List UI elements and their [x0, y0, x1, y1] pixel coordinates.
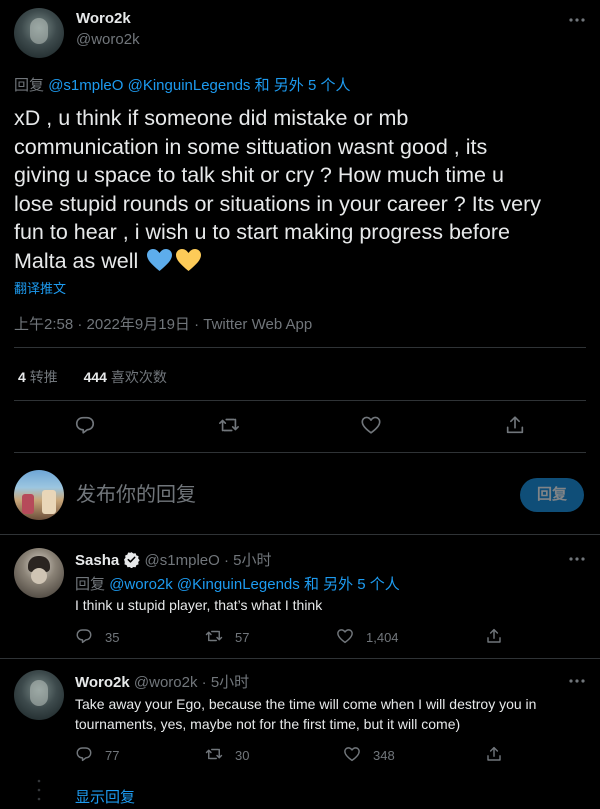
reply-count: 77: [105, 748, 120, 763]
reply-button[interactable]: 回复: [520, 478, 584, 512]
reply-text: Take away your Ego, because the time wil…: [75, 694, 536, 734]
likes-count: 444: [83, 369, 107, 385]
retweet-icon[interactable]: [204, 745, 224, 763]
divider: [14, 347, 586, 348]
more-options-icon[interactable]: [567, 549, 587, 569]
translate-tweet-link[interactable]: 翻译推文: [14, 278, 66, 297]
reply-icon[interactable]: [75, 627, 93, 645]
replying-to-others[interactable]: 和 另外 5 个人: [304, 576, 400, 593]
reply-header: Woro2k @woro2k · 5小时: [75, 671, 249, 692]
verified-badge-icon: [123, 551, 141, 568]
like-count: 348: [373, 748, 395, 763]
reply-text-line: tournaments, yes, maybe not for the firs…: [75, 716, 461, 732]
reply-time[interactable]: · 5小时: [202, 674, 250, 691]
retweet-icon[interactable]: [217, 414, 241, 436]
tweet-text-line: fun to hear , i wish u to start making p…: [14, 220, 510, 244]
like-icon[interactable]: [343, 745, 361, 763]
reply-input[interactable]: [76, 480, 496, 510]
like-count: 1,404: [366, 630, 399, 645]
replying-to-prefix: 回复: [14, 77, 45, 94]
like-icon[interactable]: [360, 414, 382, 436]
current-user-avatar[interactable]: [14, 470, 64, 520]
more-options-icon[interactable]: [567, 10, 587, 30]
reply-icon[interactable]: [75, 745, 93, 763]
yellow-heart-icon: [175, 248, 202, 272]
retweets-label: 转推: [29, 369, 58, 385]
reply-author-handle[interactable]: @woro2k: [134, 674, 198, 691]
retweets-count: 4: [18, 369, 26, 385]
reply-time[interactable]: · 5小时: [224, 552, 272, 569]
divider: [0, 534, 600, 535]
retweet-icon[interactable]: [204, 627, 224, 645]
reply-author-avatar[interactable]: [14, 670, 64, 720]
tweet-stats: 4 转推 444 喜欢次数: [18, 367, 167, 387]
more-options-icon[interactable]: [567, 671, 587, 691]
tweet-text-line: Malta as well: [14, 248, 139, 273]
retweets-stat[interactable]: 4 转推: [18, 369, 62, 385]
author-handle[interactable]: @woro2k: [76, 31, 140, 48]
divider: [14, 400, 586, 401]
replying-to-prefix: 回复: [75, 576, 106, 593]
reply-author-handle[interactable]: @s1mpleO: [145, 552, 220, 569]
share-icon[interactable]: [504, 414, 526, 436]
replying-to-mentions[interactable]: @s1mpleO @KinguinLegends: [48, 77, 250, 94]
reply-author-name[interactable]: Sasha: [75, 552, 119, 569]
reply-author-avatar[interactable]: [14, 548, 64, 598]
share-icon[interactable]: [485, 627, 503, 645]
tweet-timestamp[interactable]: 上午2:58 · 2022年9月19日 · Twitter Web App: [14, 313, 312, 334]
replying-to: 回复 @s1mpleO @KinguinLegends 和 另外 5 个人: [14, 74, 350, 95]
replying-to: 回复 @woro2k @KinguinLegends 和 另外 5 个人: [75, 573, 400, 594]
author-avatar[interactable]: [14, 8, 64, 58]
tweet-text-line: communication in some sittuation wasnt g…: [14, 134, 488, 159]
replying-to-mentions[interactable]: @woro2k @KinguinLegends: [109, 576, 300, 593]
tweet-text-line: xD , u think if someone did mistake or m…: [14, 106, 409, 130]
show-replies-link[interactable]: 显示回复: [75, 786, 135, 807]
tweet-text: xD , u think if someone did mistake or m…: [14, 104, 594, 275]
retweet-count: 30: [235, 748, 250, 763]
reply-text: I think u stupid player, that’s what I t…: [75, 597, 323, 613]
likes-stat[interactable]: 444 喜欢次数: [84, 369, 167, 385]
author-name[interactable]: Woro2k: [76, 10, 131, 27]
like-icon[interactable]: [336, 627, 354, 645]
reply-author-name[interactable]: Woro2k: [75, 674, 130, 691]
tweet-text-line: lose stupid rounds or situations in your…: [14, 191, 542, 216]
retweet-count: 57: [235, 630, 250, 645]
reply-icon[interactable]: [74, 414, 96, 436]
reply-text-line: Take away your Ego, because the time wil…: [75, 696, 537, 712]
likes-label: 喜欢次数: [110, 369, 167, 385]
divider: [0, 658, 600, 659]
tweet-text-line: giving u space to talk shit or cry ? How…: [14, 163, 504, 187]
thread-connector-dots: [37, 778, 41, 808]
reply-header: Sasha @s1mpleO · 5小时: [75, 549, 271, 570]
reply-count: 35: [105, 630, 120, 645]
blue-heart-icon: [146, 248, 173, 272]
divider: [14, 452, 586, 453]
replying-to-others[interactable]: 和 另外 5 个人: [255, 77, 351, 94]
share-icon[interactable]: [485, 745, 503, 763]
tweet-text-line-last: Malta as well: [14, 247, 594, 276]
